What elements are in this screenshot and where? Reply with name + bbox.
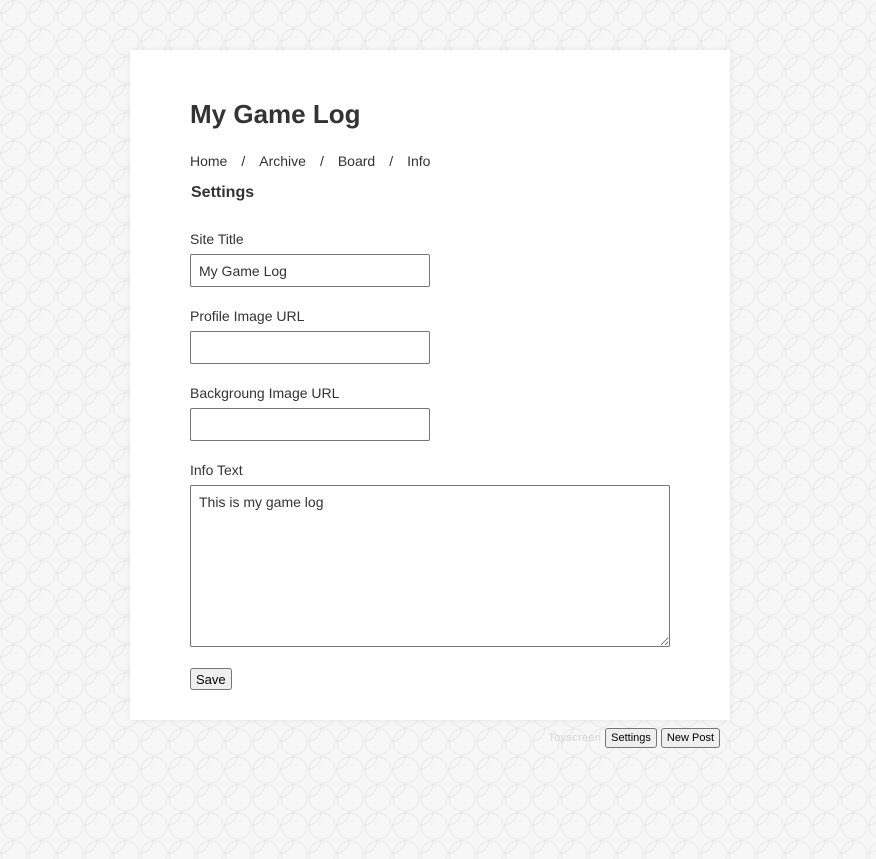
info-text-label: Info Text [190,462,243,478]
info-text-textarea[interactable]: This is my game log [190,485,670,647]
profile-image-url-input[interactable] [190,331,430,364]
nav-separator: / [319,153,324,169]
site-title: My Game Log [190,99,361,129]
new-post-button[interactable]: New Post [660,728,720,748]
page-title: Settings [191,184,255,201]
footer-brand: Toyscreen [548,732,602,744]
background-image-url-label: Backgroung Image URL [190,385,340,401]
nav-separator: / [241,153,246,169]
nav-link-info[interactable]: Info [407,153,430,169]
nav-link-archive[interactable]: Archive [259,153,306,169]
profile-image-url-label: Profile Image URL [190,308,305,324]
breadcrumb-nav: Home / Archive / Board / Info [190,152,430,170]
footer-toolbar: Toyscreen Settings New Post [548,728,720,748]
nav-link-board[interactable]: Board [338,153,375,169]
site-title-label: Site Title [190,231,244,247]
site-title-input[interactable] [190,254,430,287]
nav-separator: / [389,153,394,169]
background-image-url-input[interactable] [190,408,430,441]
nav-link-home[interactable]: Home [190,153,227,169]
main-card: My Game Log Home / Archive / Board / Info Sett… [130,50,730,720]
settings-button[interactable]: Settings [605,728,657,748]
save-button[interactable]: Save [190,668,232,690]
